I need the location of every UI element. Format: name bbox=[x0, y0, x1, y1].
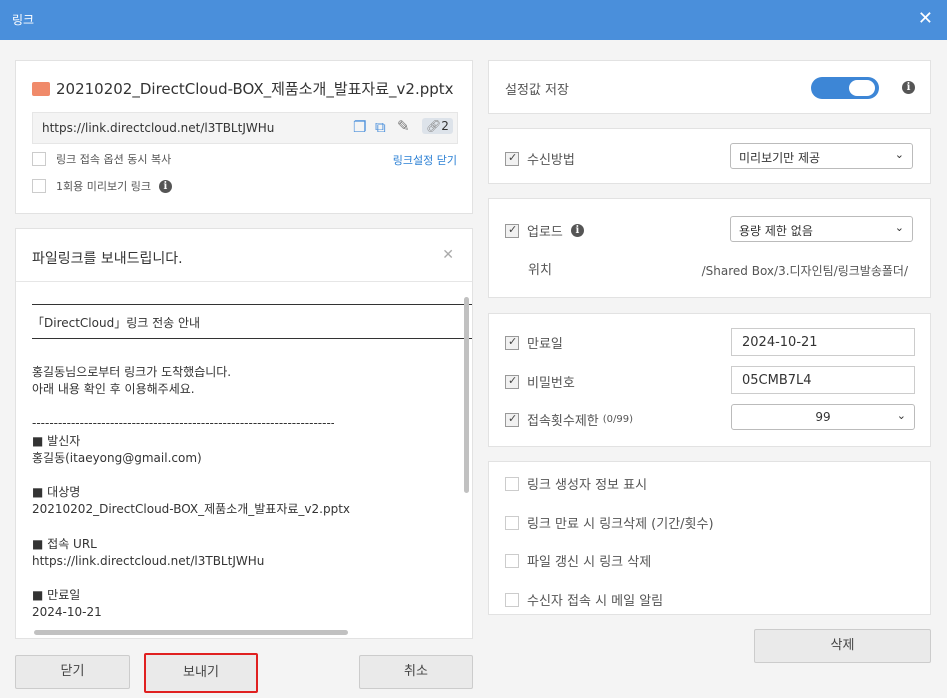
copy-with-options-checkbox[interactable] bbox=[32, 152, 46, 166]
delete-button[interactable]: 삭제 bbox=[754, 629, 931, 663]
vertical-scrollbar[interactable] bbox=[464, 297, 469, 493]
dialog-title: 링크 bbox=[12, 13, 35, 27]
chevron-down-icon: ⌄ bbox=[894, 221, 904, 234]
close-link-settings-link[interactable]: 링크설정 닫기 bbox=[393, 152, 457, 168]
mail-notify-label: 수신자 접속 시 메일 알림 bbox=[527, 594, 664, 609]
one-time-preview-checkbox[interactable] bbox=[32, 179, 46, 193]
pptx-file-icon bbox=[32, 81, 50, 96]
access-limit-label: 접속횟수제한 bbox=[527, 414, 599, 429]
access-limit-checkbox[interactable] bbox=[505, 412, 519, 427]
expiry-date-input[interactable]: 2024-10-21 bbox=[731, 328, 915, 356]
clear-subject-icon[interactable]: ✕ bbox=[442, 247, 454, 263]
save-settings-toggle[interactable] bbox=[811, 77, 879, 99]
target-label: ■ 대상명 bbox=[32, 485, 81, 499]
url-label: ■ 접속 URL bbox=[32, 537, 97, 551]
password-label: 비밀번호 bbox=[527, 376, 575, 391]
save-settings-panel: 설정값 저장 i bbox=[488, 60, 931, 114]
location-label: 위치 bbox=[528, 263, 552, 278]
message-panel: 파일링크를 보내드립니다. ✕ 「DirectCloud」링크 전송 안내 홍길… bbox=[15, 228, 473, 639]
upload-label: 업로드 bbox=[527, 225, 563, 240]
access-limit-value: 99 bbox=[815, 410, 831, 424]
link-count-badge[interactable]: 🔗︎2 bbox=[422, 118, 453, 134]
restriction-panel: 만료일 2024-10-21 비밀번호 05CMB7L4 접속횟수제한(0/99… bbox=[488, 313, 931, 447]
password-input[interactable]: 05CMB7L4 bbox=[731, 366, 915, 394]
delete-on-update-checkbox[interactable] bbox=[505, 553, 519, 568]
expiry-label: ■ 만료일 bbox=[32, 588, 81, 602]
file-name: 20210202_DirectCloud-BOX_제품소개_발표자료_v2.pp… bbox=[56, 80, 454, 98]
url-value: https://link.directcloud.net/l3TBLtJWHu bbox=[32, 554, 265, 568]
cancel-button[interactable]: 취소 bbox=[359, 655, 473, 689]
link-url[interactable]: https://link.directcloud.net/l3TBLtJWHu bbox=[42, 121, 274, 135]
copy-icon[interactable]: ❐ bbox=[353, 118, 366, 136]
show-creator-label: 링크 생성자 정보 표시 bbox=[527, 478, 648, 493]
sender-value: 홍길동(itaeyong@gmail.com) bbox=[32, 451, 202, 465]
message-heading: 「DirectCloud」링크 전송 안내 bbox=[32, 316, 201, 330]
mail-notify-checkbox[interactable] bbox=[505, 592, 519, 607]
edit-pencil-icon[interactable]: ✎ bbox=[397, 117, 410, 135]
expiry-label: 만료일 bbox=[527, 337, 563, 352]
close-button[interactable]: 닫기 bbox=[15, 655, 130, 689]
delete-on-expiry-label: 링크 만료 시 링크삭제 (기간/횟수) bbox=[527, 517, 714, 532]
upload-limit-value: 용량 제한 없음 bbox=[739, 224, 813, 238]
receive-method-value: 미리보기만 제공 bbox=[739, 151, 821, 165]
close-icon[interactable]: ✕ bbox=[918, 8, 933, 29]
file-link-panel: 20210202_DirectCloud-BOX_제품소개_발표자료_v2.pp… bbox=[15, 60, 473, 214]
location-path: /Shared Box/3.디자인팀/링크발송폴더/ bbox=[701, 264, 908, 278]
dialog-header: 링크 ✕ bbox=[0, 0, 947, 40]
access-limit-select[interactable]: 99 ⌄ bbox=[731, 404, 915, 430]
message-divider: ----------------------------------------… bbox=[32, 416, 334, 430]
receive-method-checkbox[interactable] bbox=[505, 151, 519, 166]
link-icon: 🔗︎ bbox=[426, 119, 442, 133]
receive-method-label: 수신방법 bbox=[527, 153, 575, 168]
horizontal-scrollbar[interactable] bbox=[34, 630, 348, 635]
password-checkbox[interactable] bbox=[505, 374, 519, 389]
receive-method-select[interactable]: 미리보기만 제공 ⌄ bbox=[730, 143, 913, 169]
target-value: 20210202_DirectCloud-BOX_제품소개_발표자료_v2.pp… bbox=[32, 502, 351, 516]
message-subject[interactable]: 파일링크를 보내드립니다. bbox=[32, 248, 183, 268]
save-settings-label: 설정값 저장 bbox=[505, 83, 569, 98]
external-link-icon[interactable]: ⧉ bbox=[375, 118, 386, 136]
access-count: (0/99) bbox=[602, 414, 634, 425]
expiry-value: 2024-10-21 bbox=[32, 605, 102, 619]
delete-on-update-label: 파일 갱신 시 링크 삭제 bbox=[527, 555, 652, 570]
message-intro-2: 아래 내용 확인 후 이용해주세요. bbox=[32, 382, 195, 396]
send-button[interactable]: 보내기 bbox=[144, 653, 258, 693]
link-count: 2 bbox=[441, 119, 449, 133]
show-creator-checkbox[interactable] bbox=[505, 476, 519, 491]
sender-label: ■ 발신자 bbox=[32, 434, 81, 448]
info-icon[interactable]: i bbox=[570, 224, 584, 237]
chevron-down-icon: ⌄ bbox=[896, 409, 906, 422]
delete-on-expiry-checkbox[interactable] bbox=[505, 515, 519, 530]
upload-panel: 업로드 i 용량 제한 없음 ⌄ 위치 /Shared Box/3.디자인팀/링크발… bbox=[488, 198, 931, 298]
message-intro-1: 홍길동님으로부터 링크가 도착했습니다. bbox=[32, 365, 232, 379]
one-time-preview-label: 1회용 미리보기 링크 bbox=[56, 180, 151, 193]
upload-limit-select[interactable]: 용량 제한 없음 ⌄ bbox=[730, 216, 913, 242]
upload-checkbox[interactable] bbox=[505, 223, 519, 238]
receive-method-panel: 수신방법 미리보기만 제공 ⌄ bbox=[488, 128, 931, 184]
copy-with-options-label: 링크 접속 옵션 동시 복사 bbox=[56, 153, 172, 166]
info-icon[interactable]: i bbox=[158, 179, 172, 193]
expiry-checkbox[interactable] bbox=[505, 335, 519, 350]
link-url-box: https://link.directcloud.net/l3TBLtJWHu … bbox=[32, 112, 458, 144]
info-icon[interactable]: i bbox=[902, 81, 915, 94]
chevron-down-icon: ⌄ bbox=[894, 148, 904, 161]
extra-options-panel: 링크 생성자 정보 표시 링크 만료 시 링크삭제 (기간/횟수) 파일 갱신 … bbox=[488, 461, 931, 615]
